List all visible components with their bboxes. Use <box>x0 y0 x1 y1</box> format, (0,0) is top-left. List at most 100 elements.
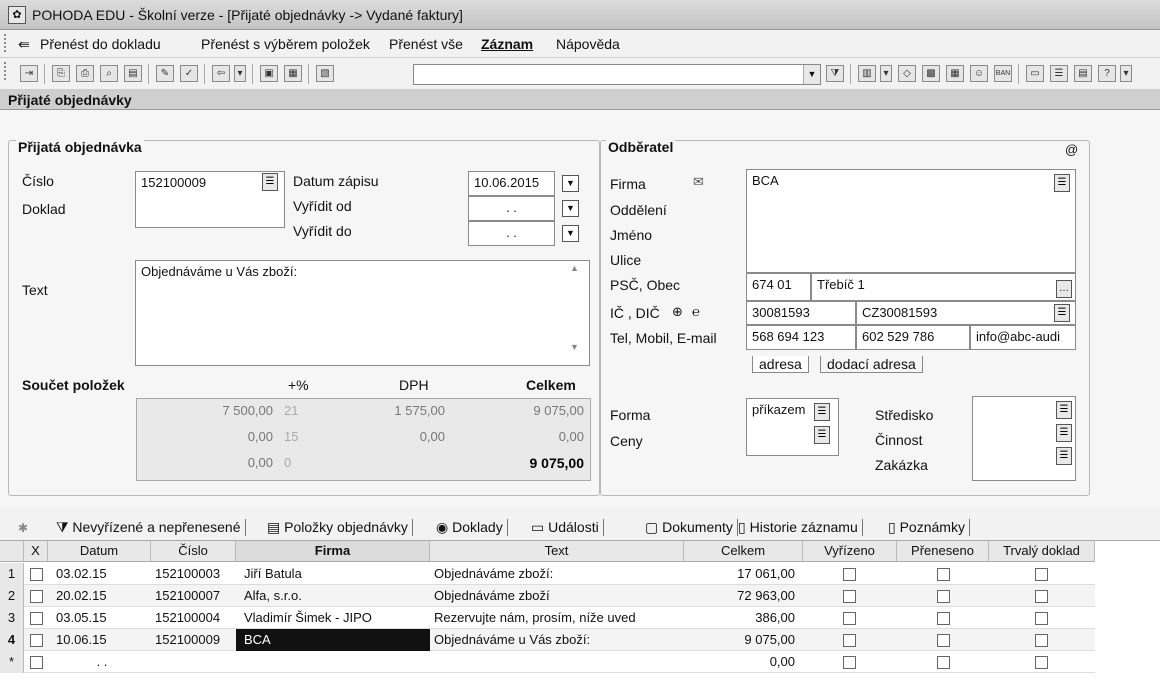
table-row[interactable]: 1 03.02.15 152100003 Jiří Batula Objedná… <box>0 563 1095 585</box>
tab-udalosti[interactable]: ▭ Události <box>531 519 604 536</box>
col-header-datum[interactable]: Datum <box>48 541 151 562</box>
report-icon[interactable]: ▤ <box>124 65 142 82</box>
tab-poznamky[interactable]: ▯ Poznámky <box>888 519 970 536</box>
col-header-celkem[interactable]: Celkem <box>684 541 803 562</box>
tab-doklady[interactable]: ◉ Doklady <box>436 519 508 536</box>
scroll-up-icon[interactable]: ▲ <box>570 263 579 273</box>
obec-input[interactable]: Třebíč 1 <box>811 273 1076 301</box>
col-header-cislo[interactable]: Číslo <box>151 541 236 562</box>
ceny-picker-button[interactable]: ☰ <box>814 426 830 444</box>
ic-input[interactable]: 30081593 <box>746 301 856 325</box>
users-icon[interactable]: ☺ <box>970 65 988 82</box>
col-header-text[interactable]: Text <box>430 541 684 562</box>
vyridit-do-input[interactable]: . . <box>468 221 555 246</box>
menu-prenest-do-dokladu[interactable]: Přenést do dokladu <box>40 36 161 52</box>
dic-input[interactable]: CZ30081593 <box>856 301 1076 325</box>
zakazka-picker-button[interactable]: ☰ <box>1056 447 1072 465</box>
tel-input[interactable]: 568 694 123 <box>746 325 856 350</box>
preneseno-checkbox[interactable] <box>937 656 950 669</box>
copy-icon[interactable]: ⎘ <box>52 65 70 82</box>
text-textarea[interactable]: Objednáváme u Vás zboží: <box>135 260 590 366</box>
row-number[interactable]: 1 <box>0 563 24 585</box>
tab-dodaci-adresa[interactable]: dodací adresa <box>820 356 923 373</box>
col-header-firma[interactable]: Firma <box>236 541 430 562</box>
clipboard-icon[interactable]: ▧ <box>316 65 334 82</box>
datum-zapisu-input[interactable]: 10.06.2015 <box>468 171 555 196</box>
back-arrow-icon[interactable]: ⇚ <box>18 36 30 53</box>
firma-input[interactable]: BCA <box>746 169 1076 273</box>
table-row[interactable]: 2 20.02.15 152100007 Alfa, s.r.o. Objedn… <box>0 585 1095 607</box>
table-row[interactable]: 3 03.05.15 152100004 Vladimír Šimek - JI… <box>0 607 1095 629</box>
menu-zaznam[interactable]: Záznam <box>481 36 533 52</box>
col-header-vyrizeno[interactable]: Vyřízeno <box>803 541 897 562</box>
tab-polozky[interactable]: ▤ Položky objednávky <box>267 519 413 536</box>
vyridit-od-dropdown-icon[interactable]: ▼ <box>562 200 579 217</box>
row-checkbox[interactable] <box>30 656 43 669</box>
preview-icon[interactable]: ⌕ <box>100 65 118 82</box>
firma-picker-button[interactable]: ☰ <box>1054 174 1070 192</box>
row-checkbox[interactable] <box>30 612 43 625</box>
stredisko-picker-button[interactable]: ☰ <box>1056 401 1072 419</box>
email-input[interactable]: info@abc-audi <box>970 325 1076 350</box>
print-icon[interactable]: ⎙ <box>76 65 94 82</box>
notes-icon[interactable]: ▤ <box>1074 65 1092 82</box>
filter-icon[interactable]: ⧩ <box>826 65 844 82</box>
row-number[interactable]: 2 <box>0 585 24 607</box>
trvaly-doklad-checkbox[interactable] <box>1035 612 1048 625</box>
trvaly-doklad-checkbox[interactable] <box>1035 634 1048 647</box>
table-row-new[interactable]: * . . 0,00 <box>0 651 1095 673</box>
obec-picker-button[interactable]: … <box>1056 280 1072 298</box>
view-icon[interactable]: ▥ <box>858 65 876 82</box>
tab-adresa[interactable]: adresa <box>752 356 809 373</box>
tag-icon[interactable]: ◇ <box>898 65 916 82</box>
new-record-icon[interactable]: ✎ <box>156 65 174 82</box>
help-icon[interactable]: ? <box>1098 65 1116 82</box>
view-dropdown-icon[interactable]: ▾ <box>880 65 892 82</box>
tab-historie[interactable]: ▯ Historie záznamu <box>738 519 863 536</box>
row-checkbox[interactable] <box>30 634 43 647</box>
vyridit-do-dropdown-icon[interactable]: ▼ <box>562 225 579 242</box>
datum-zapisu-dropdown-icon[interactable]: ▼ <box>562 175 579 192</box>
vyrizeno-checkbox[interactable] <box>843 634 856 647</box>
scroll-down-icon[interactable]: ▼ <box>570 342 579 352</box>
psc-input[interactable]: 674 01 <box>746 273 811 301</box>
preneseno-checkbox[interactable] <box>937 634 950 647</box>
preneseno-checkbox[interactable] <box>937 612 950 625</box>
back-dropdown-icon[interactable]: ▾ <box>234 65 246 82</box>
row-number[interactable]: 3 <box>0 607 24 629</box>
address-book-icon[interactable]: ✉ <box>693 174 704 190</box>
calendar-icon[interactable]: ▦ <box>946 65 964 82</box>
col-header-preneseno[interactable]: Přeneseno <box>897 541 989 562</box>
save-all-icon[interactable]: ▦ <box>284 65 302 82</box>
vyrizeno-checkbox[interactable] <box>843 656 856 669</box>
col-header-trvaly-doklad[interactable]: Trvalý doklad <box>989 541 1095 562</box>
trvaly-doklad-checkbox[interactable] <box>1035 590 1048 603</box>
web-icon[interactable]: ℮ <box>692 304 700 319</box>
edit-icon[interactable]: ✓ <box>180 65 198 82</box>
row-number[interactable]: 4 <box>0 629 24 651</box>
menu-napoveda[interactable]: Nápověda <box>556 36 620 52</box>
forma-picker-button[interactable]: ☰ <box>814 403 830 421</box>
calculator-icon[interactable]: ▩ <box>922 65 940 82</box>
vyridit-od-input[interactable]: . . <box>468 196 555 221</box>
col-header-x[interactable]: X <box>24 541 48 562</box>
row-checkbox[interactable] <box>30 568 43 581</box>
document-icon[interactable]: ▭ <box>1026 65 1044 82</box>
menu-prenest-s-vyberem[interactable]: Přenést s výběrem položek <box>201 36 370 52</box>
mobil-input[interactable]: 602 529 786 <box>856 325 970 350</box>
help-dropdown-icon[interactable]: ▾ <box>1120 65 1132 82</box>
row-number[interactable]: * <box>0 651 24 673</box>
vyrizeno-checkbox[interactable] <box>843 568 856 581</box>
preneseno-checkbox[interactable] <box>937 590 950 603</box>
trvaly-doklad-checkbox[interactable] <box>1035 568 1048 581</box>
chevron-down-icon[interactable]: ▼ <box>803 65 820 84</box>
vyrizeno-checkbox[interactable] <box>843 612 856 625</box>
cell-firma-active[interactable]: BCA <box>236 629 430 651</box>
vyrizeno-checkbox[interactable] <box>843 590 856 603</box>
search-icon[interactable]: ⊕ <box>672 304 683 320</box>
filter-combobox[interactable]: ▼ <box>413 64 821 85</box>
email-at-icon[interactable]: @ <box>1065 142 1078 157</box>
cinnost-picker-button[interactable]: ☰ <box>1056 424 1072 442</box>
back-icon[interactable]: ⇦ <box>212 65 230 82</box>
preneseno-checkbox[interactable] <box>937 568 950 581</box>
